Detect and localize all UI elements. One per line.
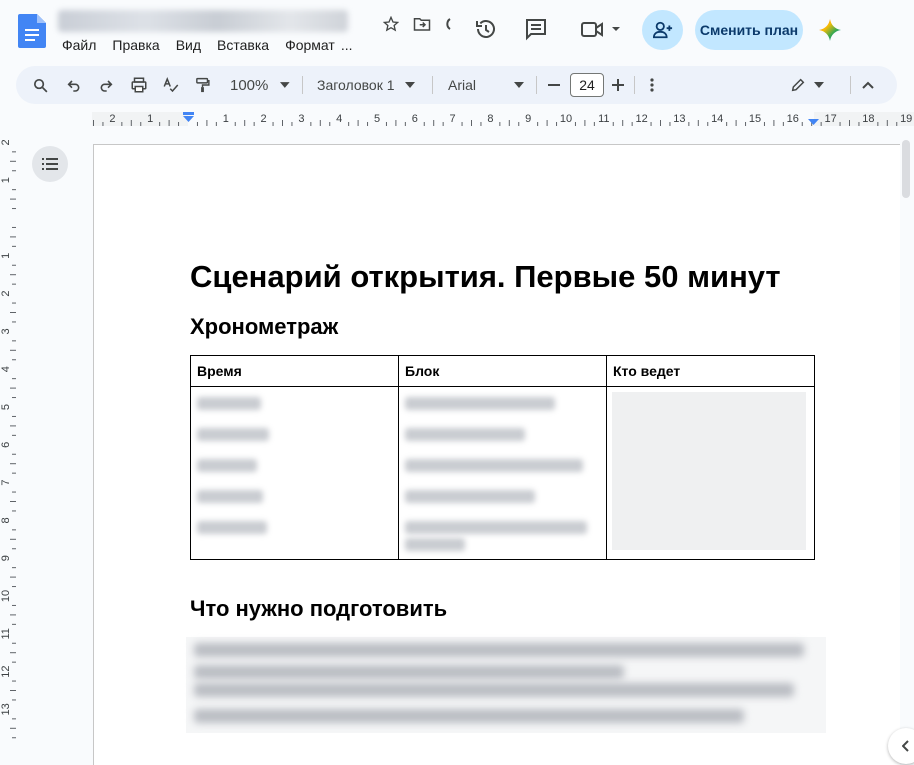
- decrease-font-size-icon[interactable]: [548, 66, 560, 104]
- table-cell-time[interactable]: [190, 386, 399, 560]
- chevron-down-icon: [404, 82, 415, 88]
- document-title[interactable]: Сценарий открытия. Первые 50 минут: [190, 259, 781, 295]
- divider: [302, 76, 303, 94]
- ruler-label: 2: [0, 291, 12, 297]
- ruler-label: 1: [223, 113, 229, 125]
- ruler-label: 13: [0, 703, 12, 715]
- ruler-label: 8: [0, 517, 12, 523]
- ruler-label: 12: [635, 113, 647, 125]
- add-people-icon[interactable]: [642, 10, 683, 50]
- menu-format[interactable]: Формат: [285, 37, 335, 53]
- cloud-status-icon[interactable]: [441, 14, 453, 34]
- ruler-label: 2: [0, 140, 12, 145]
- document-page[interactable]: Сценарий открытия. Первые 50 минут Хроно…: [93, 144, 900, 765]
- menu-file[interactable]: Файл: [62, 37, 96, 53]
- ruler-label: 1: [147, 113, 153, 125]
- ruler-label: 1: [0, 177, 12, 183]
- ruler-label: 18: [862, 113, 874, 125]
- gemini-icon[interactable]: [816, 16, 844, 44]
- ruler-label: 4: [336, 113, 342, 125]
- ruler-label: 7: [450, 113, 456, 125]
- search-icon[interactable]: [32, 66, 52, 104]
- table-cell-host[interactable]: [606, 386, 815, 560]
- horizontal-ruler[interactable]: 2 1 1 2 3 4 5 6 7 8 9 10 11 12 13 14 15 16 17 18 19: [92, 108, 914, 128]
- menu-view[interactable]: Вид: [176, 37, 201, 53]
- menu-insert[interactable]: Вставка: [217, 37, 269, 53]
- move-to-folder-icon[interactable]: [411, 14, 433, 34]
- schedule-table[interactable]: Время Блок Кто ведет: [190, 355, 815, 560]
- more-vert-icon[interactable]: [650, 66, 660, 104]
- print-icon[interactable]: [130, 66, 150, 104]
- font-size-input[interactable]: 24: [570, 73, 604, 97]
- paint-format-icon[interactable]: [194, 66, 214, 104]
- ruler-label: 11: [598, 113, 609, 125]
- divider: [432, 76, 433, 94]
- ruler-label: 7: [0, 480, 12, 486]
- chevron-down-icon: [514, 82, 525, 88]
- ruler-label: 14: [711, 113, 723, 125]
- redo-icon[interactable]: [98, 66, 118, 104]
- outline-icon[interactable]: [32, 146, 68, 182]
- menu-more[interactable]: ...: [341, 37, 353, 53]
- comments-icon[interactable]: [522, 15, 550, 43]
- edit-mode-icon[interactable]: [790, 66, 826, 104]
- ruler-label: 9: [0, 555, 12, 561]
- increase-font-size-icon[interactable]: [612, 66, 624, 104]
- ruler-label: 2: [261, 113, 267, 125]
- menu-bar: Файл Правка Вид Вставка Формат ...: [62, 37, 369, 53]
- ruler-label: 19: [900, 113, 912, 125]
- divider: [850, 76, 851, 94]
- star-icon[interactable]: [380, 14, 402, 34]
- docs-logo-icon[interactable]: [18, 14, 46, 48]
- ruler-label: 8: [487, 113, 493, 125]
- meet-icon[interactable]: [576, 15, 624, 43]
- ruler-label: 16: [787, 113, 799, 125]
- ruler-label: 15: [749, 113, 761, 125]
- undo-icon[interactable]: [66, 66, 86, 104]
- redacted-paragraph[interactable]: [186, 637, 826, 733]
- ruler-label: 13: [673, 113, 685, 125]
- table-cell-block[interactable]: [398, 386, 607, 560]
- ruler-label: 6: [412, 113, 418, 125]
- table-header-block[interactable]: Блок: [398, 355, 607, 387]
- section-heading-timing[interactable]: Хронометраж: [190, 314, 338, 340]
- ruler-label: 5: [374, 113, 380, 125]
- ruler-label: 17: [824, 113, 836, 125]
- collapse-icon[interactable]: [862, 66, 876, 104]
- ruler-label: 10: [0, 590, 12, 602]
- document-title-field[interactable]: [58, 10, 348, 32]
- table-header-host[interactable]: Кто ведет: [606, 355, 815, 387]
- ruler-label: 2: [109, 113, 115, 125]
- font-value: Arial: [448, 77, 477, 93]
- ruler-label: 4: [0, 366, 12, 372]
- zoom-select[interactable]: 100%: [230, 66, 290, 104]
- spellcheck-icon[interactable]: [162, 66, 182, 104]
- vertical-ruler[interactable]: 2 1 1 2 3 4 5 6 7 8 9 10 11 12 13: [0, 139, 20, 758]
- paragraph-style-value: Заголовок 1: [317, 77, 395, 93]
- ruler-label: 3: [0, 328, 12, 334]
- upgrade-plan-button[interactable]: Сменить план: [695, 10, 803, 50]
- chevron-down-icon: [280, 82, 290, 88]
- ruler-label: 10: [560, 113, 572, 125]
- history-icon[interactable]: [472, 15, 500, 43]
- paragraph-style-select[interactable]: Заголовок 1: [317, 66, 421, 104]
- divider: [536, 76, 537, 94]
- formatting-toolbar: 100% Заголовок 1 Arial 24: [16, 66, 897, 104]
- font-select[interactable]: Arial: [448, 66, 526, 104]
- ruler-label: 12: [0, 665, 12, 677]
- ruler-label: 11: [0, 628, 12, 639]
- chevron-down-icon: [814, 82, 824, 88]
- table-header-time[interactable]: Время: [190, 355, 399, 387]
- ruler-label: 1: [0, 253, 12, 259]
- vertical-scrollbar[interactable]: [902, 140, 910, 198]
- zoom-value: 100%: [230, 76, 269, 94]
- ruler-label: 9: [525, 113, 531, 125]
- divider: [634, 76, 635, 94]
- placeholder-box: [612, 392, 806, 550]
- menu-edit[interactable]: Правка: [112, 37, 159, 53]
- ruler-label: 3: [298, 113, 304, 125]
- ruler-label: 5: [0, 404, 12, 410]
- ruler-label: 6: [0, 442, 12, 448]
- section-heading-prepare[interactable]: Что нужно подготовить: [190, 596, 447, 622]
